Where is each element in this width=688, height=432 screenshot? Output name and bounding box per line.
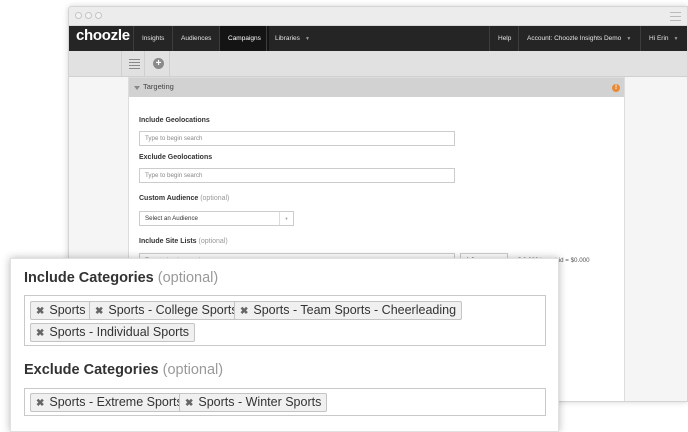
category-tag: ✖ Sports - Individual Sports <box>30 323 196 342</box>
targeting-title: Targeting <box>143 82 174 91</box>
targeting-header[interactable]: Targeting ! <box>129 78 624 97</box>
exclude-categories-label: Exclude Categories (optional) <box>24 362 223 378</box>
custom-audience-label-text: Custom Audience <box>139 195 199 202</box>
chevron-down-icon: ▼ <box>673 36 679 42</box>
nav-libraries-label: Libraries <box>275 35 300 42</box>
exclude-geo-label: Exclude Geolocations <box>139 154 213 161</box>
category-tag: ✖ Sports - Winter Sports <box>179 393 328 412</box>
user-menu[interactable]: Hi Erin ▼ <box>640 26 686 51</box>
nav-audiences[interactable]: Audiences <box>172 26 219 51</box>
list-view-button[interactable] <box>121 51 145 77</box>
category-tag: ✖ Sports - College Sports <box>89 301 244 320</box>
remove-icon[interactable]: ✖ <box>36 398 44 409</box>
category-tag: ✖ Sports - Extreme Sports <box>30 393 189 412</box>
exclude-categories-label-text: Exclude Categories <box>24 362 159 378</box>
exclude-categories-input[interactable]: ✖ Sports - Extreme Sports ✖ Sports - Winte… <box>24 388 546 416</box>
optional-hint: (optional) <box>198 238 228 245</box>
logo[interactable]: choozle <box>76 27 130 44</box>
window-zoom-dot[interactable] <box>95 12 102 19</box>
include-categories-label: Include Categories (optional) <box>24 270 218 286</box>
collapse-triangle-icon <box>134 86 140 90</box>
window-titlebar <box>69 7 687 26</box>
include-categories-input[interactable]: ✖ Sports ✖ Sports - College Sports ✖ Sports… <box>24 295 546 346</box>
nav-insights[interactable]: Insights <box>133 26 172 51</box>
category-tag-label: Sports <box>49 303 86 317</box>
category-tag-label: Sports - Extreme Sports <box>49 395 183 409</box>
categories-card: Include Categories (optional) ✖ Sports ✖ S… <box>10 258 559 432</box>
category-tag: ✖ Sports - Team Sports - Cheerleading <box>234 301 463 320</box>
chevron-down-icon: ▼ <box>279 212 293 225</box>
nav-help[interactable]: Help <box>489 26 519 51</box>
list-icon <box>129 59 140 69</box>
warning-icon: ! <box>612 84 620 92</box>
window-minimize-dot[interactable] <box>85 12 92 19</box>
add-button[interactable]: + <box>146 51 170 77</box>
window-close-dot[interactable] <box>75 12 82 19</box>
account-menu[interactable]: Account: Choozle Insights Demo ▼ <box>518 26 639 51</box>
category-tag-label: Sports - College Sports <box>108 303 238 317</box>
site-lists-label-text: Include Site Lists <box>139 238 197 245</box>
chevron-down-icon: ▼ <box>626 36 632 42</box>
site-lists-label: Include Site Lists (optional) <box>139 238 228 245</box>
optional-hint: (optional) <box>200 195 230 202</box>
category-tag-label: Sports - Individual Sports <box>49 325 190 339</box>
chevron-down-icon: ▼ <box>304 36 310 42</box>
custom-audience-value: Select an Audience <box>145 215 198 222</box>
remove-icon[interactable]: ✖ <box>36 306 44 317</box>
include-geo-input[interactable]: Type to begin search <box>139 131 455 146</box>
remove-icon[interactable]: ✖ <box>95 306 103 317</box>
nav-campaigns[interactable]: Campaigns <box>219 26 269 51</box>
user-greeting: Hi Erin <box>649 35 669 42</box>
plus-icon: + <box>153 58 164 69</box>
category-tag: ✖ Sports <box>30 301 92 320</box>
menu-icon[interactable] <box>670 12 681 21</box>
account-label: Account: Choozle Insights Demo <box>527 35 622 42</box>
optional-hint: (optional) <box>157 270 219 286</box>
category-tag-label: Sports - Team Sports - Cheerleading <box>253 303 457 317</box>
custom-audience-select[interactable]: Select an Audience ▼ <box>139 211 294 226</box>
exclude-geo-input[interactable]: Type to begin search <box>139 168 455 183</box>
remove-icon[interactable]: ✖ <box>185 398 193 409</box>
category-tag-label: Sports - Winter Sports <box>198 395 322 409</box>
toolbar: + <box>69 51 687 77</box>
nav-libraries[interactable]: Libraries ▼ <box>266 26 318 51</box>
include-geo-label: Include Geolocations <box>139 117 210 124</box>
remove-icon[interactable]: ✖ <box>240 306 248 317</box>
custom-audience-label: Custom Audience (optional) <box>139 195 229 202</box>
include-categories-label-text: Include Categories <box>24 270 154 286</box>
top-nav: choozle Insights Audiences Campaigns Lib… <box>69 26 687 51</box>
remove-icon[interactable]: ✖ <box>36 328 44 339</box>
optional-hint: (optional) <box>162 362 224 378</box>
